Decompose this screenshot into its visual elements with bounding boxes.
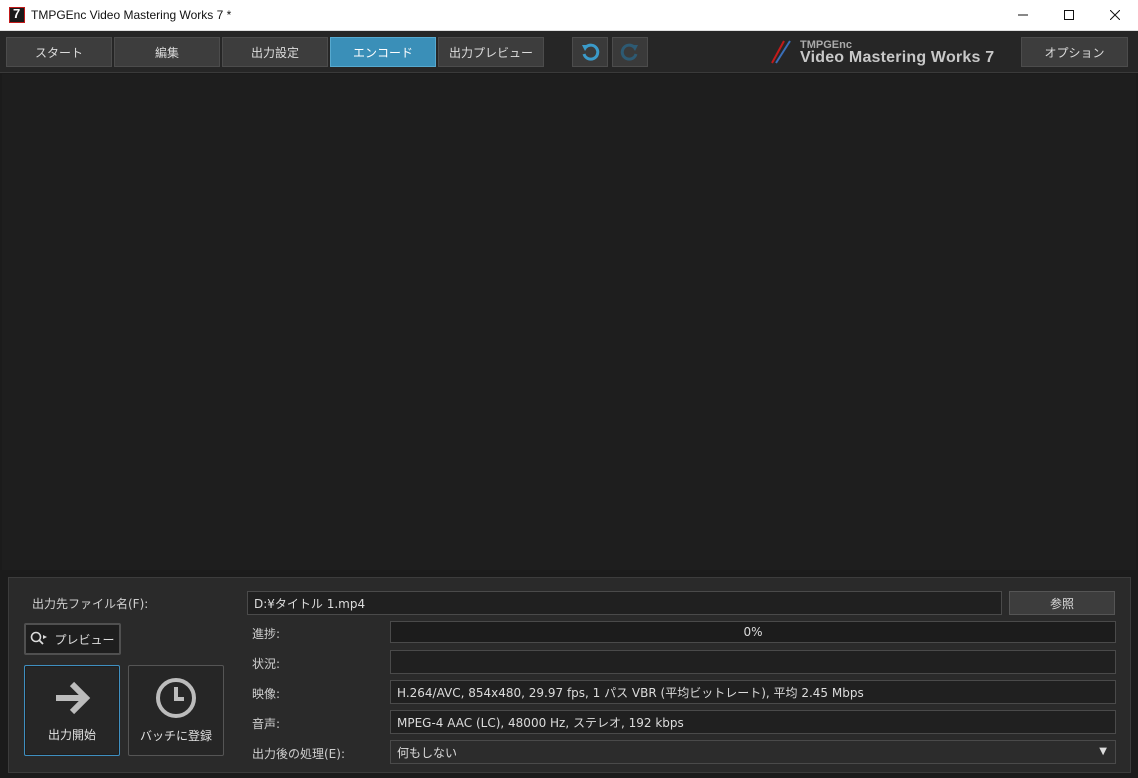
logo-product: Video Mastering Works 7 [800,49,995,66]
post-action-select[interactable]: 何もしない ▼ [390,740,1116,764]
close-icon [1110,10,1120,20]
redo-icon [620,43,638,61]
arrow-right-icon [56,681,91,715]
tab-encode[interactable]: エンコード [330,37,436,67]
search-icon [31,631,48,645]
post-action-value: 何もしない [397,745,458,760]
window-controls [1000,0,1138,31]
progress-bar: 0% [390,621,1116,643]
minimize-icon [1018,14,1028,16]
logo-mark-icon [771,40,791,64]
encode-panel: 出力先ファイル名(F): D:¥タイトル 1.mp4 参照 プレビュー 出力開始… [8,577,1131,773]
product-logo: TMPGEnc Video Mastering Works 7 [770,39,1010,67]
post-action-label: 出力後の処理(E): [252,747,345,761]
output-file-field[interactable]: D:¥タイトル 1.mp4 [247,591,1002,615]
video-label: 映像: [252,687,281,701]
video-info-field: H.264/AVC, 854x480, 29.97 fps, 1 パス VBR … [390,680,1116,704]
undo-button[interactable] [572,37,608,67]
toolbar: スタート 編集 出力設定 エンコード 出力プレビュー TMPGEnc Video… [0,31,1138,73]
progress-text: 0% [743,625,763,639]
app-icon [9,6,25,23]
browse-button[interactable]: 参照 [1009,591,1115,615]
tab-output-preview[interactable]: 出力プレビュー [438,37,544,67]
close-button[interactable] [1092,0,1138,31]
tab-start[interactable]: スタート [6,37,112,67]
status-field [390,650,1116,674]
tab-output-settings[interactable]: 出力設定 [222,37,328,67]
options-button[interactable]: オプション [1021,37,1128,67]
title-bar: TMPGEnc Video Mastering Works 7 * [0,0,1138,31]
tab-edit[interactable]: 編集 [114,37,220,67]
undo-icon [582,43,600,61]
window-title: TMPGEnc Video Mastering Works 7 * [31,8,232,22]
start-output-button[interactable]: 出力開始 [24,665,120,756]
add-to-batch-button[interactable]: バッチに登録 [128,665,224,756]
add-to-batch-label: バッチに登録 [139,729,212,743]
redo-button[interactable] [612,37,648,67]
maximize-button[interactable] [1046,0,1092,31]
encode-workspace [2,74,1136,570]
preview-label: プレビュー [54,632,115,647]
start-output-label: 出力開始 [47,728,96,742]
maximize-icon [1064,10,1074,20]
progress-label: 進捗: [252,627,281,641]
audio-label: 音声: [252,717,281,731]
audio-info-field: MPEG-4 AAC (LC), 48000 Hz, ステレオ, 192 kbp… [390,710,1116,734]
status-label: 状況: [252,657,281,671]
output-file-label: 出力先ファイル名(F): [32,597,149,611]
preview-button[interactable]: プレビュー [24,623,121,655]
minimize-button[interactable] [1000,0,1046,31]
chevron-down-icon: ▼ [1099,746,1107,757]
clock-icon [156,678,196,718]
